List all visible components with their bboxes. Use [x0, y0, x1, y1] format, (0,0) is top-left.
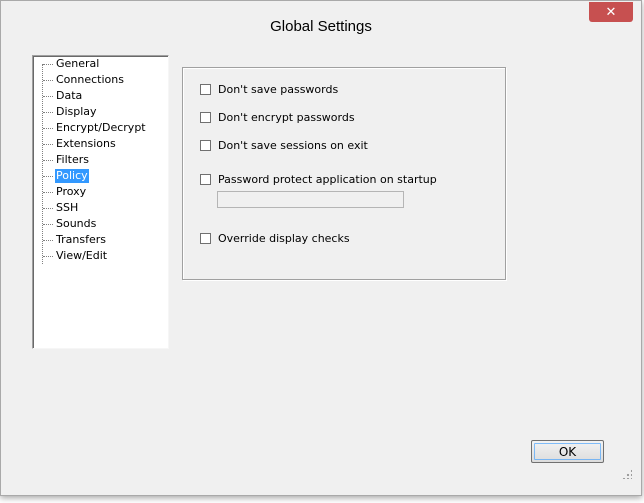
dont-encrypt-passwords-label[interactable]: Don't encrypt passwords [218, 111, 355, 124]
dont-save-passwords-label[interactable]: Don't save passwords [218, 83, 338, 96]
override-display-option[interactable]: Override display checks [200, 231, 350, 245]
dont-save-sessions-label[interactable]: Don't save sessions on exit [218, 139, 368, 152]
startup-password-field[interactable] [217, 191, 404, 208]
tree-connector [43, 192, 53, 193]
policy-options-group: Don't save passwords Don't encrypt passw… [182, 67, 506, 280]
tree-item-display[interactable]: Display [55, 105, 98, 119]
tree-connector [43, 176, 53, 177]
dont-encrypt-passwords-checkbox[interactable] [200, 111, 211, 123]
resize-grip-icon[interactable] [622, 469, 632, 479]
tree-connector-line [42, 64, 43, 264]
tree-item-view-edit[interactable]: View/Edit [55, 249, 108, 263]
dont-save-sessions-checkbox[interactable] [200, 139, 211, 151]
override-display-label[interactable]: Override display checks [218, 232, 350, 245]
tree-item-policy[interactable]: Policy [55, 169, 89, 183]
password-protect-label[interactable]: Password protect application on startup [218, 173, 437, 186]
override-display-checkbox[interactable] [200, 232, 211, 244]
tree-item-connections[interactable]: Connections [55, 73, 125, 87]
tree-item-filters[interactable]: Filters [55, 153, 90, 167]
dont-encrypt-passwords-option[interactable]: Don't encrypt passwords [200, 110, 355, 124]
tree-connector [43, 112, 53, 113]
tree-item-proxy[interactable]: Proxy [55, 185, 87, 199]
global-settings-dialog: Global Settings ✕ General Connections Da… [0, 0, 642, 496]
tree-item-data[interactable]: Data [55, 89, 83, 103]
tree-item-transfers[interactable]: Transfers [55, 233, 107, 247]
tree-connector [43, 144, 53, 145]
dont-save-passwords-option[interactable]: Don't save passwords [200, 82, 338, 96]
tree-connector [43, 160, 53, 161]
dont-save-passwords-checkbox[interactable] [200, 83, 211, 95]
settings-category-tree[interactable]: General Connections Data Display Encrypt… [32, 55, 169, 349]
tree-item-encrypt-decrypt[interactable]: Encrypt/Decrypt [55, 121, 147, 135]
dont-save-sessions-option[interactable]: Don't save sessions on exit [200, 138, 368, 152]
password-protect-checkbox[interactable] [200, 173, 211, 185]
tree-connector [43, 240, 53, 241]
ok-button-label: OK [558, 444, 577, 459]
window-title: Global Settings [270, 18, 372, 35]
title-bar[interactable]: Global Settings ✕ [1, 1, 641, 43]
tree-connector [43, 128, 53, 129]
tree-connector [43, 224, 53, 225]
tree-item-ssh[interactable]: SSH [55, 201, 79, 215]
tree-item-extensions[interactable]: Extensions [55, 137, 117, 151]
tree-item-sounds[interactable]: Sounds [55, 217, 97, 231]
close-icon: ✕ [605, 4, 617, 20]
ok-button[interactable]: OK [531, 440, 604, 463]
tree-item-general[interactable]: General [55, 57, 100, 71]
tree-connector [43, 80, 53, 81]
tree-connector [43, 208, 53, 209]
tree-connector [43, 256, 53, 257]
tree-connector [43, 64, 53, 65]
close-button[interactable]: ✕ [589, 2, 633, 22]
password-protect-option[interactable]: Password protect application on startup [200, 172, 437, 186]
dialog-body: General Connections Data Display Encrypt… [9, 43, 634, 481]
tree-connector [43, 96, 53, 97]
